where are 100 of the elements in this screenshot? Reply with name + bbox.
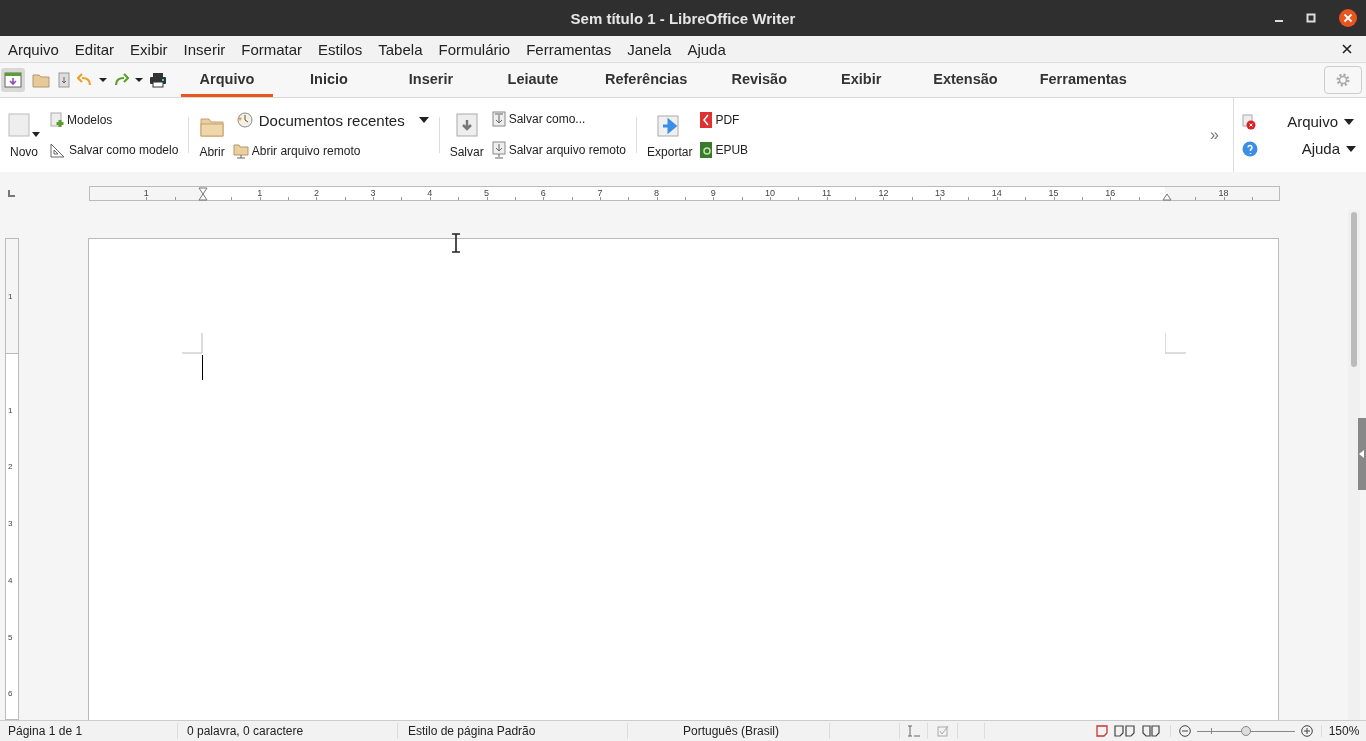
- menu-item[interactable]: Inserir: [183, 40, 226, 58]
- ruler-number: 10: [765, 186, 775, 199]
- dropdown-button[interactable]: Arquivo: [1242, 113, 1356, 130]
- scrollbar[interactable]: [1348, 210, 1360, 720]
- text-cursor-icon: [451, 233, 461, 253]
- caret-icon[interactable]: [135, 77, 143, 83]
- caret-icon[interactable]: [1346, 145, 1356, 152]
- zoom-in-icon[interactable]: [1301, 725, 1313, 737]
- more-button[interactable]: »: [1210, 126, 1219, 144]
- ribbon-tab[interactable]: Extensão: [917, 63, 1014, 97]
- ruler-number: 3: [8, 518, 13, 528]
- ruler-number: 5: [484, 186, 489, 199]
- printer-icon[interactable]: [149, 72, 167, 88]
- zoom-out-icon[interactable]: [1179, 725, 1191, 737]
- ribbon-button[interactable]: Salvar arquivo remoto: [489, 140, 629, 160]
- ruler-number: 5: [8, 632, 13, 641]
- folder-icon[interactable]: [232, 142, 249, 159]
- ruler-number: 4: [427, 186, 433, 199]
- margin-corner-icon: [182, 333, 203, 354]
- save-icon[interactable]: [57, 71, 71, 89]
- ribbon-button[interactable]: Salvar como modelo: [48, 141, 181, 159]
- ribbon-tab[interactable]: Exibir: [815, 63, 908, 97]
- word-count: 0 palavra, 0 caractere: [178, 723, 398, 739]
- close-document-icon[interactable]: [1342, 44, 1352, 54]
- ribbon-tab[interactable]: Leiaute: [487, 63, 579, 97]
- ruler-number: 2: [8, 461, 13, 471]
- horizontal-ruler[interactable]: 1 1 2 3 4 5 6 7 8 9 10 11 12 13 14 15 16 18: [89, 185, 1280, 201]
- maximize-icon[interactable]: [1306, 13, 1316, 23]
- ribbon-button[interactable]: EPUB: [698, 141, 751, 159]
- book-view-icon[interactable]: [1142, 725, 1160, 737]
- caret-icon[interactable]: [32, 132, 40, 137]
- menu-item[interactable]: Janela: [627, 40, 672, 58]
- indent-marker-icon[interactable]: [198, 186, 208, 201]
- ribbon-tab[interactable]: Referências: [589, 63, 704, 97]
- window-title: Sem título 1 - LibreOffice Writer: [569, 9, 797, 27]
- ribbon-button[interactable]: PDF: [698, 111, 751, 129]
- ruler-number: 6: [540, 186, 546, 199]
- help-icon[interactable]: [1242, 140, 1258, 157]
- margin-corner-icon: [1165, 333, 1186, 354]
- close-icon[interactable]: [1338, 8, 1358, 28]
- gear-icon[interactable]: [1335, 72, 1351, 88]
- ribbon-button[interactable]: Abrir: [197, 109, 227, 161]
- ruler-number: 1: [257, 186, 263, 199]
- document-icon[interactable]: [700, 112, 713, 128]
- ruler-number: 15: [1048, 186, 1059, 199]
- language[interactable]: Português (Brasil): [628, 723, 830, 739]
- ruler-number: 6: [8, 688, 13, 698]
- text-caret: [202, 355, 203, 380]
- ruler-number: 3: [370, 186, 376, 199]
- ribbon-button[interactable]: Salvar: [447, 109, 486, 161]
- ribbon-button[interactable]: Modelos: [48, 111, 181, 129]
- ribbon-tab[interactable]: Revisão: [713, 63, 806, 97]
- ribbon-button[interactable]: Abrir arquivo remoto: [230, 141, 431, 160]
- menu-item[interactable]: Formulário: [438, 40, 511, 58]
- menu-item[interactable]: Formatar: [241, 40, 303, 58]
- menu-item[interactable]: Tabela: [378, 40, 423, 58]
- ruler-number: 12: [878, 186, 889, 199]
- book-icon[interactable]: [700, 142, 713, 158]
- download-icon[interactable]: [491, 111, 506, 127]
- dropdown-button[interactable]: Documentos recentes: [234, 110, 431, 130]
- ribbon-tab[interactable]: Inserir: [385, 63, 477, 97]
- ruler-number: 18: [1218, 186, 1229, 199]
- ruler-number: 1: [8, 291, 13, 301]
- caret-icon[interactable]: [99, 77, 107, 83]
- ribbon-button[interactable]: Salvar como...: [489, 110, 629, 128]
- page-style: Estilo de página Padrão: [398, 723, 628, 739]
- menu-item[interactable]: Exibir: [130, 40, 168, 58]
- ribbon-tab[interactable]: Ferramentas: [1023, 63, 1143, 97]
- zoom-percentage[interactable]: 150%: [1322, 724, 1366, 738]
- ruler-number: 13: [935, 186, 946, 199]
- redo-icon[interactable]: [113, 72, 129, 88]
- page-count: Página 1 de 1: [0, 723, 178, 739]
- menu-item[interactable]: Arquivo: [8, 40, 59, 58]
- menu-item[interactable]: Estilos: [318, 40, 363, 58]
- ruler-number: 2: [313, 186, 319, 199]
- sidebar-toggle-icon[interactable]: [1, 68, 25, 92]
- document-plus-icon[interactable]: [50, 112, 64, 128]
- ruler-number: 1: [143, 186, 149, 199]
- document-error-icon[interactable]: [1242, 113, 1256, 130]
- ribbon-button[interactable]: Novo: [6, 109, 42, 161]
- ruler-number: 14: [991, 186, 1002, 199]
- sidebar-handle[interactable]: [1358, 418, 1366, 490]
- settings-button[interactable]: [1324, 66, 1362, 94]
- menu-item[interactable]: Ajuda: [687, 40, 726, 58]
- download-icon[interactable]: [455, 113, 478, 137]
- ribbon-button[interactable]: Exportar: [645, 109, 695, 161]
- ruler-number: 11: [822, 186, 832, 199]
- menu-item[interactable]: Ferramentas: [526, 40, 612, 58]
- dropdown-button[interactable]: Ajuda: [1242, 140, 1356, 157]
- caret-icon[interactable]: [1344, 118, 1354, 125]
- tab-stop-icon[interactable]: [8, 189, 15, 197]
- single-page-view-icon[interactable]: [1096, 725, 1108, 737]
- download-icon[interactable]: [491, 141, 506, 159]
- clock-icon[interactable]: [236, 112, 253, 128]
- multi-page-view-icon[interactable]: [1114, 725, 1136, 737]
- ribbon-tab[interactable]: Inicio: [283, 63, 375, 97]
- menu-item[interactable]: Editar: [74, 40, 115, 58]
- vertical-ruler[interactable]: 1 1 2 3 4 5 6: [5, 238, 19, 720]
- ruler-number: 8: [654, 186, 660, 199]
- caret-icon[interactable]: [418, 117, 429, 123]
